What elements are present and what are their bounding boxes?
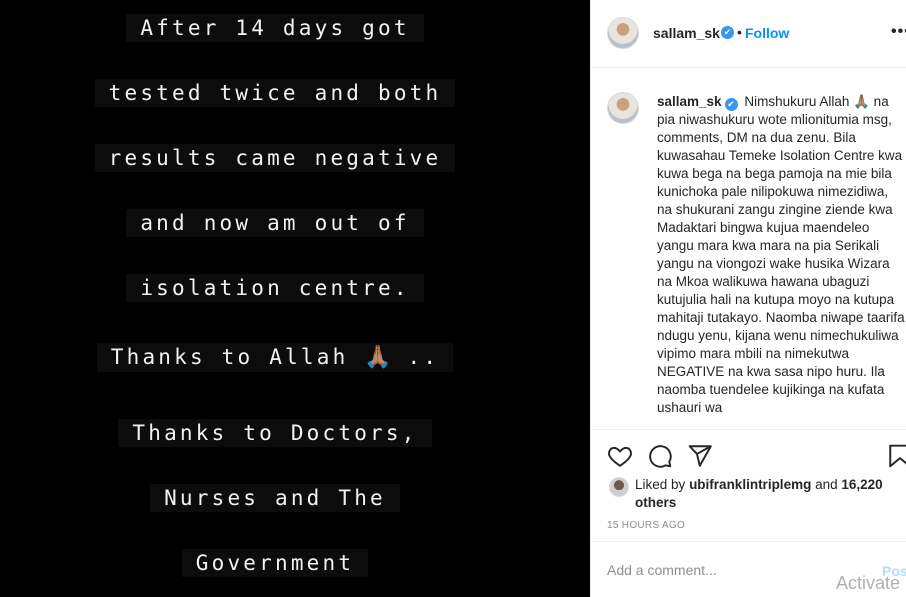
post-timestamp[interactable]: 15 HOURS AGO bbox=[607, 520, 685, 531]
post-comment-button[interactable]: Post bbox=[882, 563, 906, 579]
caption-text: sallam_sk ✔ Nimshukuru Allah 🙏🏽 na pia ni… bbox=[657, 93, 905, 417]
bookmark-icon[interactable] bbox=[887, 443, 906, 469]
caption-body: Nimshukuru Allah 🙏🏽 na pia niwashukuru w… bbox=[657, 94, 905, 415]
author-username[interactable]: sallam_sk bbox=[653, 25, 720, 41]
liker-avatar[interactable] bbox=[609, 477, 629, 497]
verified-badge-icon: ✔ bbox=[721, 26, 734, 39]
media-text-line: isolation centre. bbox=[0, 274, 550, 302]
more-options-icon[interactable]: ••• bbox=[891, 23, 906, 41]
separator-dot: • bbox=[737, 24, 742, 40]
follow-button[interactable]: Follow bbox=[745, 25, 789, 41]
media-text-line: Nurses and The bbox=[0, 484, 550, 512]
author-avatar[interactable] bbox=[607, 17, 639, 49]
media-text-line: and now am out of bbox=[0, 209, 550, 237]
post-side-panel: sallam_sk ✔ • Follow ••• sallam_sk✔ Nims… bbox=[590, 0, 906, 597]
heart-icon[interactable] bbox=[607, 443, 633, 469]
comment-input[interactable] bbox=[607, 562, 857, 578]
media-text-line: Thanks to Doctors, bbox=[0, 419, 550, 447]
media-text-line: Thanks to Allah 🙏🏽 .. bbox=[0, 343, 550, 372]
post-header: sallam_sk ✔ • Follow ••• bbox=[591, 0, 906, 68]
media-thanks-text: Thanks to Allah bbox=[110, 345, 349, 369]
comment-bar: Post bbox=[591, 541, 906, 597]
caption-username[interactable]: sallam_sk bbox=[657, 94, 722, 109]
media-text-line: Government bbox=[0, 549, 550, 577]
prayer-hands-icon: 🙏🏽 bbox=[364, 345, 392, 370]
post-actions: Liked by ubifranklintriplemg and 16,220 … bbox=[591, 429, 906, 541]
post-media[interactable]: After 14 days got tested twice and both … bbox=[0, 0, 590, 597]
media-text-line: tested twice and both bbox=[0, 79, 550, 107]
media-ellipsis-text: .. bbox=[407, 345, 440, 369]
share-icon[interactable] bbox=[687, 443, 713, 469]
liked-by-text: Liked by ubifranklintriplemg and 16,220 … bbox=[635, 477, 883, 510]
liker-username-link[interactable]: ubifranklintriplemg bbox=[689, 477, 811, 492]
verified-badge-icon: ✔ bbox=[724, 98, 738, 111]
caption-section: sallam_sk ✔ Nimshukuru Allah 🙏🏽 na pia ni… bbox=[591, 69, 906, 429]
media-text-line: results came negative bbox=[0, 144, 550, 172]
comment-icon[interactable] bbox=[647, 443, 673, 469]
media-text-line: After 14 days got bbox=[0, 14, 550, 42]
caption-author-avatar[interactable] bbox=[607, 92, 639, 124]
